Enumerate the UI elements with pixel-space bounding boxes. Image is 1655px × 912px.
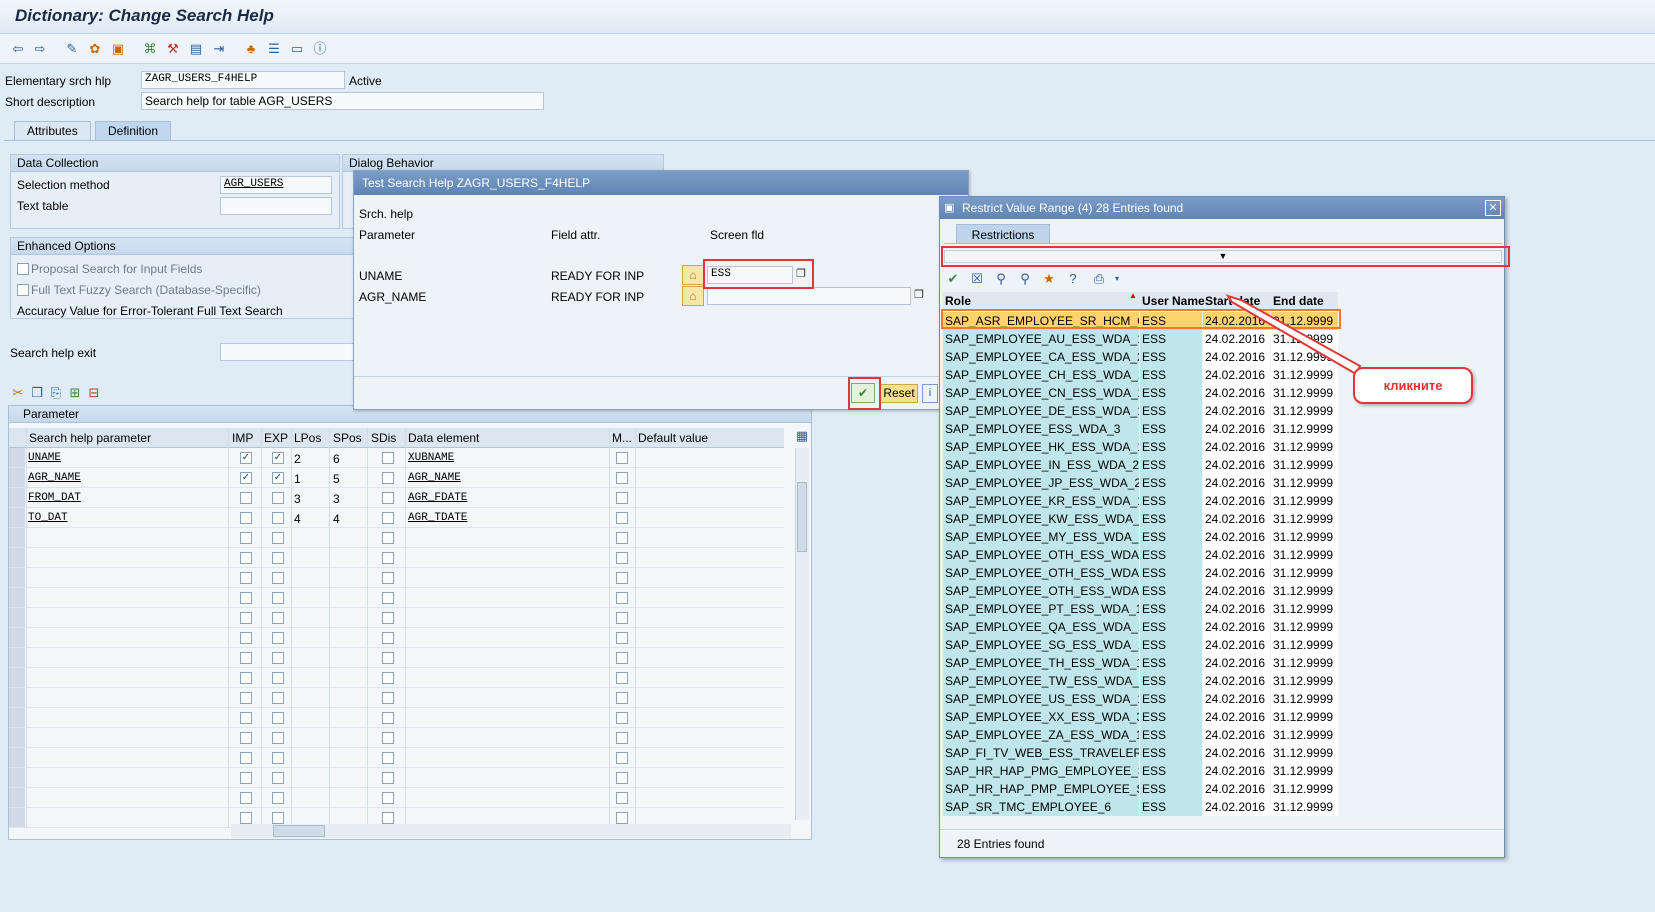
annotation-callout: кликните xyxy=(1353,367,1473,404)
arrow-shape xyxy=(1225,294,1362,376)
annotation-arrow xyxy=(1225,294,1362,376)
